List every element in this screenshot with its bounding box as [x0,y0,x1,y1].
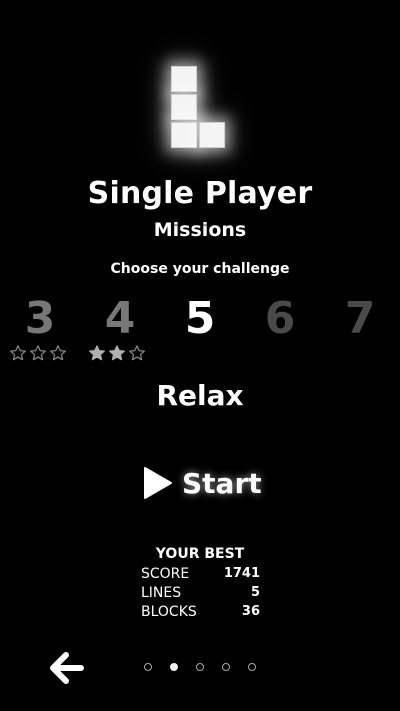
page-dot[interactable] [144,663,152,671]
level-3-stars [9,344,73,364]
page-dot[interactable] [248,663,256,671]
level-6[interactable]: 6 [250,294,310,344]
star-filled-icon [89,345,105,361]
logo-block [199,122,225,148]
game-mode-label: Relax [156,379,244,412]
level-4-stars [88,344,152,364]
stat-label: LINES [141,585,182,601]
page-dot-active[interactable] [170,663,178,671]
page-indicator [140,663,265,675]
start-button-label: Start [182,466,262,500]
page-title: Single Player [87,176,313,211]
page-dot[interactable] [196,663,204,671]
back-button[interactable] [50,652,84,684]
challenge-prompt: Choose your challenge [110,261,290,277]
star-filled-icon [109,345,125,361]
play-icon [144,467,172,499]
level-3[interactable]: 3 [10,294,70,344]
level-5[interactable]: 5 [170,294,230,344]
level-4[interactable]: 4 [90,294,150,344]
best-lines-row: LINES 5 [141,585,260,605]
star-empty-icon [50,345,66,361]
best-section-title: YOUR BEST [155,546,245,562]
stat-label: BLOCKS [141,604,197,620]
stat-value: 1741 [223,566,260,581]
app-logo [0,0,400,170]
star-empty-icon [30,345,46,361]
page-subtitle: Missions [153,219,247,241]
star-empty-icon [129,345,145,361]
stat-value: 36 [241,604,260,619]
best-score-row: SCORE 1741 [141,566,260,586]
arrow-left-icon [50,652,84,684]
logo-block [171,94,197,120]
star-empty-icon [10,345,26,361]
start-button[interactable]: Start [140,461,264,505]
logo-block [171,66,197,92]
stat-value: 5 [250,585,260,600]
page-dot[interactable] [222,663,230,671]
logo-block [171,122,197,148]
level-7[interactable]: 7 [330,294,390,344]
stat-label: SCORE [141,566,190,582]
best-blocks-row: BLOCKS 36 [141,604,260,624]
